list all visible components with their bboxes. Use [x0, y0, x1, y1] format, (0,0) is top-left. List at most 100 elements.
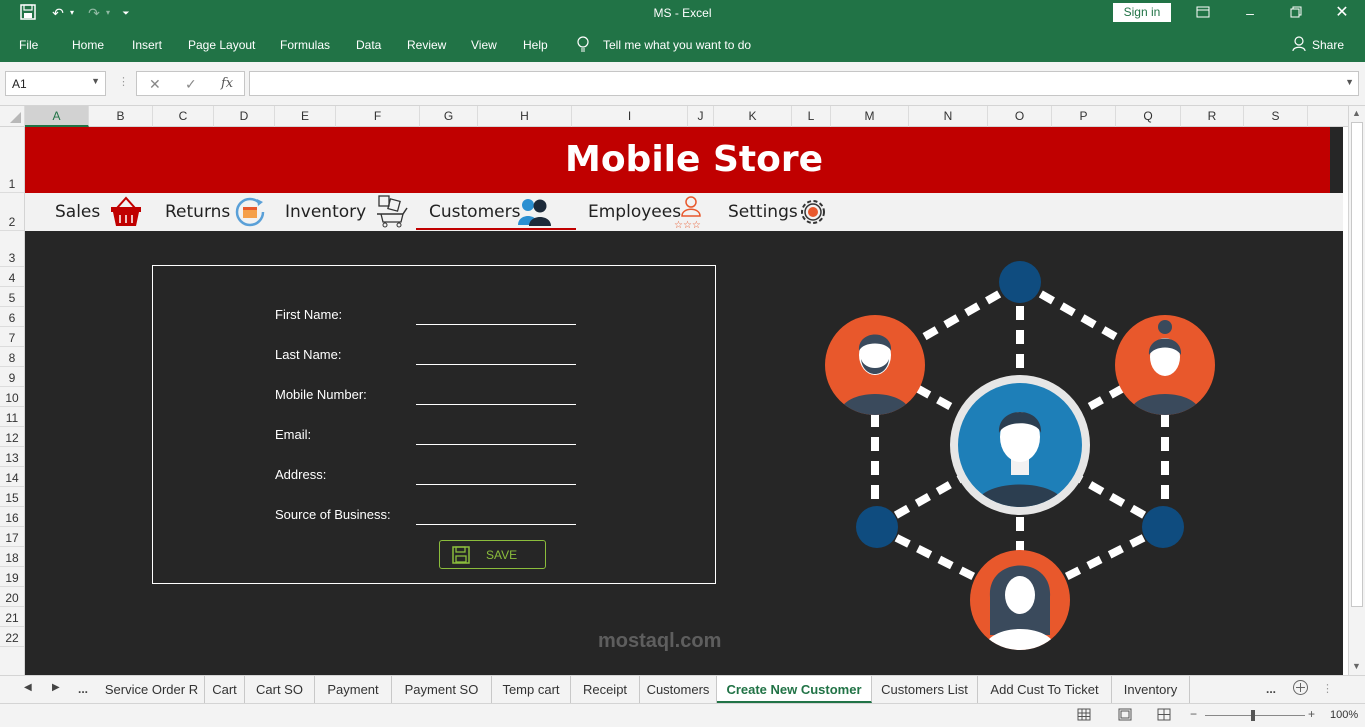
page-break-view-icon[interactable]	[1157, 708, 1171, 724]
row-header-22[interactable]: 22	[0, 627, 24, 647]
sheet-area[interactable]: Mobile Store Sales Returns Inventory Cus…	[25, 127, 1343, 675]
enter-icon[interactable]: ✓	[185, 76, 197, 93]
nav-returns[interactable]: Returns	[165, 202, 230, 222]
save-button[interactable]: SAVE	[439, 540, 546, 569]
cancel-icon[interactable]: ✕	[149, 76, 161, 93]
sheet-tab-temp-cart[interactable]: Temp cart	[492, 676, 571, 703]
sheet-tab-customers[interactable]: Customers	[640, 676, 717, 703]
column-header-j[interactable]: J	[688, 106, 714, 127]
row-header-13[interactable]: 13	[0, 447, 24, 467]
tab-scroll-left-icon[interactable]: ◀	[24, 682, 32, 693]
sheet-tab-add-cust-to-ticket[interactable]: Add Cust To Ticket	[978, 676, 1112, 703]
sheet-tab-cart[interactable]: Cart	[205, 676, 245, 703]
name-box[interactable]: A1 ▼	[5, 71, 106, 96]
share-button[interactable]: Share	[1312, 38, 1344, 52]
row-header-17[interactable]: 17	[0, 527, 24, 547]
nav-sales[interactable]: Sales	[55, 202, 100, 222]
page-layout-view-icon[interactable]	[1118, 708, 1132, 724]
column-header-f[interactable]: F	[336, 106, 420, 127]
menu-view[interactable]: View	[471, 38, 497, 52]
column-header-b[interactable]: B	[89, 106, 153, 127]
zoom-slider-thumb[interactable]	[1251, 710, 1255, 721]
nav-settings[interactable]: Settings	[728, 202, 798, 222]
formula-input[interactable]: ▼	[249, 71, 1359, 96]
row-header-21[interactable]: 21	[0, 607, 24, 627]
drag-handle-icon[interactable]: ⋮	[118, 75, 129, 88]
menu-review[interactable]: Review	[407, 38, 446, 52]
row-header-20[interactable]: 20	[0, 587, 24, 607]
zoom-level[interactable]: 100%	[1330, 709, 1358, 721]
chevron-down-icon[interactable]: ▼	[91, 76, 100, 86]
sheet-tab-service-order-r[interactable]: Service Order R	[99, 676, 205, 703]
zoom-out-icon[interactable]: −	[1190, 707, 1197, 721]
menu-insert[interactable]: Insert	[132, 38, 162, 52]
expand-formula-icon[interactable]: ▼	[1345, 77, 1354, 87]
normal-view-icon[interactable]	[1077, 708, 1091, 724]
row-header-15[interactable]: 15	[0, 487, 24, 507]
menu-formulas[interactable]: Formulas	[280, 38, 330, 52]
column-header-g[interactable]: G	[420, 106, 478, 127]
restore-icon[interactable]	[1286, 4, 1306, 22]
nav-inventory[interactable]: Inventory	[285, 202, 366, 222]
column-header-r[interactable]: R	[1181, 106, 1244, 127]
last-name-field[interactable]	[416, 364, 576, 365]
email-field[interactable]	[416, 444, 576, 445]
row-header-6[interactable]: 6	[0, 307, 24, 327]
sheet-tab-receipt[interactable]: Receipt	[571, 676, 640, 703]
select-all-corner[interactable]	[0, 106, 25, 127]
sheet-tab-cart-so[interactable]: Cart SO	[245, 676, 315, 703]
tab-more-left[interactable]: ...	[78, 682, 88, 696]
column-header-i[interactable]: I	[572, 106, 688, 127]
scroll-up-icon[interactable]: ▲	[1352, 108, 1361, 118]
cart-boxes-icon[interactable]	[375, 194, 411, 231]
mobile-number-field[interactable]	[416, 404, 576, 405]
zoom-in-icon[interactable]: +	[1308, 707, 1315, 721]
basket-icon[interactable]	[109, 196, 143, 231]
first-name-field[interactable]	[416, 324, 576, 325]
column-header-h[interactable]: H	[478, 106, 572, 127]
row-header-14[interactable]: 14	[0, 467, 24, 487]
menu-page-layout[interactable]: Page Layout	[188, 38, 255, 52]
sheet-tab-payment-so[interactable]: Payment SO	[392, 676, 492, 703]
column-header-s[interactable]: S	[1244, 106, 1308, 127]
row-header-9[interactable]: 9	[0, 367, 24, 387]
tell-me-search[interactable]: Tell me what you want to do	[603, 38, 751, 52]
column-header-c[interactable]: C	[153, 106, 214, 127]
row-header-7[interactable]: 7	[0, 327, 24, 347]
tab-more-right[interactable]: ...	[1266, 682, 1276, 696]
menu-file[interactable]: File	[19, 38, 38, 52]
sheet-tab-payment[interactable]: Payment	[315, 676, 392, 703]
column-header-p[interactable]: P	[1052, 106, 1116, 127]
tab-scroll-right-icon[interactable]: ▶	[52, 682, 60, 693]
tabs-splitter-icon[interactable]: ⋮	[1322, 682, 1333, 695]
gear-icon[interactable]	[796, 196, 830, 231]
nav-customers[interactable]: Customers	[429, 202, 520, 222]
column-header-q[interactable]: Q	[1116, 106, 1181, 127]
sheet-tab-create-new-customer[interactable]: Create New Customer	[717, 676, 872, 703]
menu-data[interactable]: Data	[356, 38, 381, 52]
row-header-4[interactable]: 4	[0, 267, 24, 287]
row-header-19[interactable]: 19	[0, 567, 24, 587]
lightbulb-icon[interactable]	[577, 36, 589, 55]
menu-help[interactable]: Help	[523, 38, 548, 52]
row-header-12[interactable]: 12	[0, 427, 24, 447]
row-header-16[interactable]: 16	[0, 507, 24, 527]
column-header-o[interactable]: O	[988, 106, 1052, 127]
menu-home[interactable]: Home	[72, 38, 104, 52]
row-header-5[interactable]: 5	[0, 287, 24, 307]
row-header-8[interactable]: 8	[0, 347, 24, 367]
row-header-3[interactable]: 3	[0, 231, 24, 267]
column-header-n[interactable]: N	[909, 106, 988, 127]
employee-stars-icon[interactable]: ☆☆☆	[672, 194, 710, 233]
row-header-18[interactable]: 18	[0, 547, 24, 567]
nav-employees[interactable]: Employees	[588, 202, 681, 222]
minimize-icon[interactable]: –	[1240, 4, 1260, 22]
sheet-tab-inventory[interactable]: Inventory	[1112, 676, 1190, 703]
column-header-d[interactable]: D	[214, 106, 275, 127]
column-header-l[interactable]: L	[792, 106, 831, 127]
column-header-e[interactable]: E	[275, 106, 336, 127]
row-header-11[interactable]: 11	[0, 407, 24, 427]
users-icon[interactable]	[517, 197, 551, 230]
ribbon-display-icon[interactable]	[1193, 4, 1213, 22]
add-sheet-icon[interactable]	[1292, 679, 1309, 699]
